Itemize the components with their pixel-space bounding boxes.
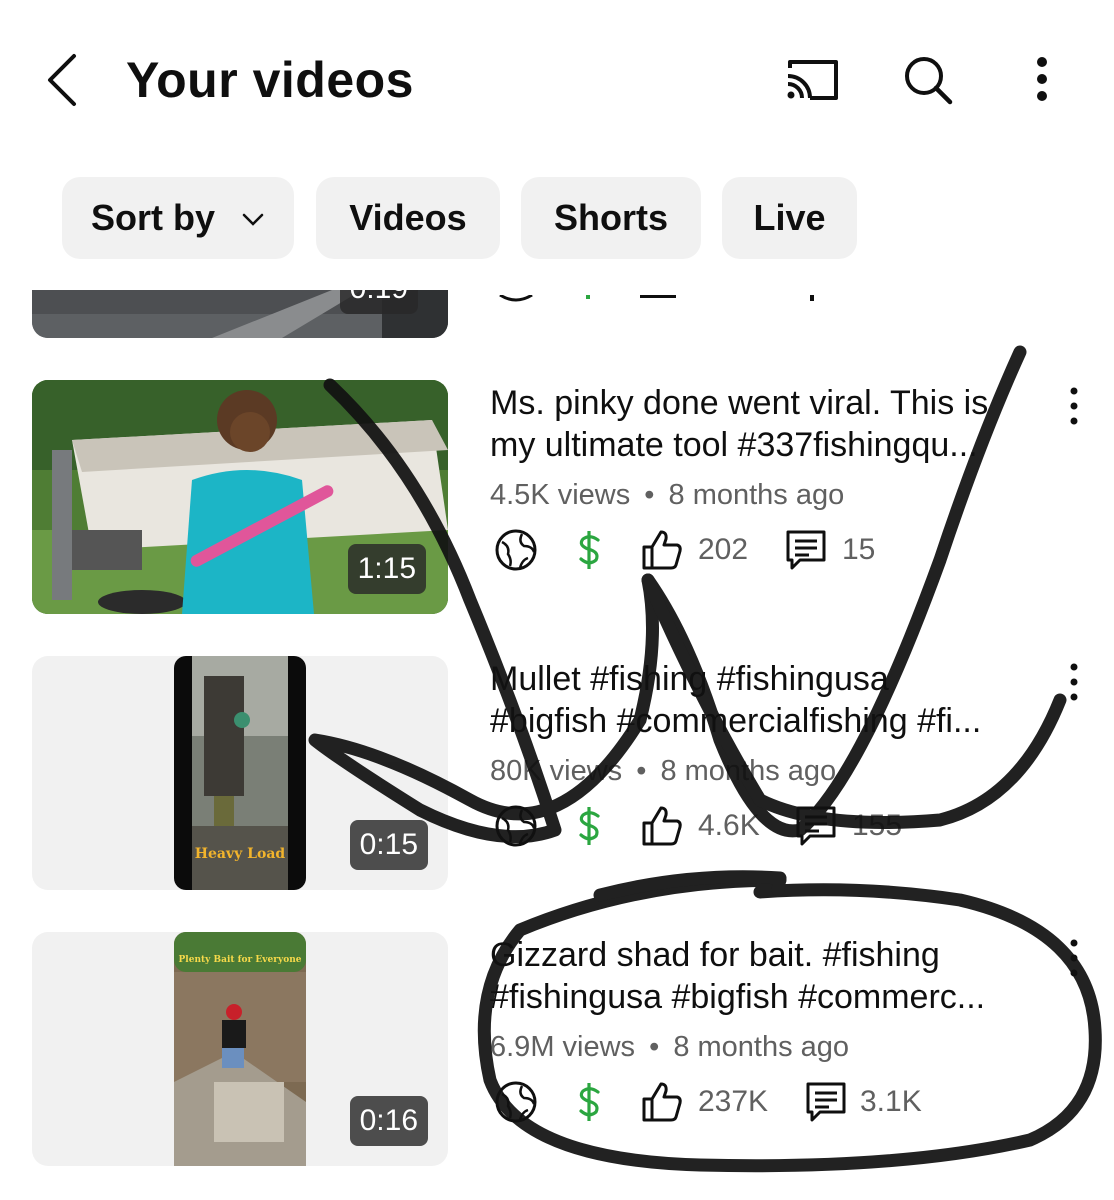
video-meta: 4.5K views • 8 months ago — [490, 478, 844, 512]
partial-icons — [499, 293, 814, 302]
more-vert-icon[interactable] — [1030, 56, 1054, 102]
comment-icon[interactable] — [804, 1080, 848, 1124]
video-thumbnail[interactable]: Heavy Load 0:15 — [32, 656, 448, 890]
thumbs-up-icon[interactable] — [640, 528, 684, 572]
duration-badge: 1:15 — [347, 544, 426, 594]
comment-icon[interactable] — [794, 804, 838, 848]
thumbs-up-icon[interactable] — [640, 804, 684, 848]
comment-count: 15 — [842, 533, 876, 566]
monetization-dollar-icon[interactable] — [568, 804, 612, 848]
video-title[interactable]: Mullet #fishing #fishingusa #bigfish #co… — [490, 658, 1050, 742]
chevron-down-icon — [242, 214, 264, 227]
sort-by-chip[interactable]: Sort by — [62, 177, 294, 259]
video-stats-row: 202 15 — [494, 528, 894, 572]
chip-videos[interactable]: Videos — [316, 177, 500, 259]
chip-shorts[interactable]: Shorts — [521, 177, 701, 259]
cast-icon[interactable] — [784, 54, 840, 106]
comment-icon[interactable] — [784, 528, 828, 572]
upload-age: 8 months ago — [668, 479, 845, 511]
like-count: 237K — [698, 1085, 769, 1118]
video-title-line-1: Gizzard shad for bait. #fishing — [490, 936, 940, 974]
video-stats-row: 4.6K 155 — [494, 804, 902, 848]
duration-badge: 0:16 — [349, 1096, 428, 1146]
like-count: 4.6K — [698, 809, 760, 842]
video-title[interactable]: Gizzard shad for bait. #fishing #fishing… — [490, 934, 1050, 1018]
thumbnail-caption: Plenty Bait for Everyone — [179, 955, 302, 965]
upload-age: 8 months ago — [660, 755, 837, 787]
video-title-line-2: #fishingusa #bigfish #commerc... — [490, 978, 986, 1016]
video-meta: 80K views • 8 months ago — [490, 754, 836, 788]
monetization-dollar-icon[interactable] — [568, 1080, 612, 1124]
view-count: 80K views — [490, 755, 623, 787]
sort-by-label: Sort by — [90, 197, 215, 238]
meta-separator: • — [636, 755, 647, 787]
video-more-icon[interactable] — [1066, 938, 1082, 978]
video-thumbnail[interactable]: Plenty Bait for Everyone 0:16 — [32, 932, 448, 1166]
short-boat-thumbnail: Heavy Load — [174, 656, 306, 890]
video-title-line-2: my ultimate tool #337fishingqu... — [490, 426, 978, 464]
monetization-dollar-icon[interactable] — [568, 528, 612, 572]
video-thumbnail-partial[interactable]: 0:19 — [32, 290, 448, 338]
like-count: 202 — [698, 533, 749, 566]
video-title-line-2: #bigfish #commercialfishing #fi... — [490, 702, 982, 740]
view-count: 6.9M views — [490, 1031, 636, 1063]
video-more-icon[interactable] — [1066, 386, 1082, 426]
page-title: Your videos — [126, 52, 414, 108]
meta-separator: • — [644, 479, 655, 511]
short-river-thumbnail: Plenty Bait for Everyone — [174, 932, 306, 1166]
thumbnail-caption: Heavy Load — [195, 846, 286, 862]
public-globe-icon[interactable] — [494, 1080, 538, 1124]
chip-live[interactable]: Live — [722, 177, 857, 259]
video-meta: 6.9M views • 8 months ago — [490, 1030, 849, 1064]
video-thumbnail[interactable]: 1:15 — [32, 380, 448, 614]
video-title-line-1: Mullet #fishing #fishingusa — [490, 660, 889, 698]
comment-count: 3.1K — [860, 1085, 922, 1118]
partial-stats-row — [498, 290, 828, 302]
public-globe-icon[interactable] — [494, 528, 538, 572]
meta-separator: • — [649, 1031, 660, 1063]
back-arrow-icon[interactable] — [40, 52, 90, 108]
search-icon[interactable] — [900, 54, 956, 106]
duration-badge: 0:15 — [349, 820, 428, 870]
upload-age: 8 months ago — [673, 1031, 850, 1063]
video-title-line-1: Ms. pinky done went viral. This is — [490, 384, 989, 422]
view-count: 4.5K views — [490, 479, 631, 511]
video-title[interactable]: Ms. pinky done went viral. This is my ul… — [490, 382, 1050, 466]
comment-count: 155 — [852, 809, 903, 842]
video-more-icon[interactable] — [1066, 662, 1082, 702]
public-globe-icon[interactable] — [494, 804, 538, 848]
thumbs-up-icon[interactable] — [640, 1080, 684, 1124]
duration-badge: 0:19 — [339, 290, 418, 314]
video-stats-row: 237K 3.1K — [494, 1080, 934, 1124]
